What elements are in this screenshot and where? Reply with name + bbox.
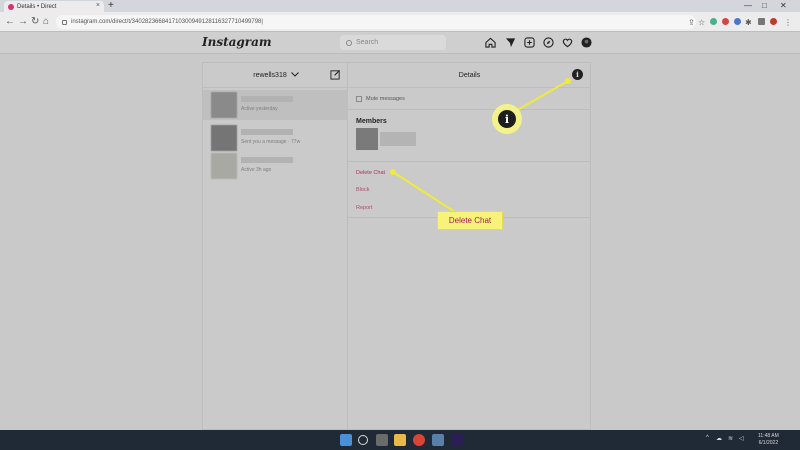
search-taskbar-icon[interactable] <box>358 435 368 445</box>
chrome-icon[interactable] <box>413 434 425 446</box>
wifi-icon[interactable]: ≋ <box>728 435 733 442</box>
callout-dot <box>565 78 571 84</box>
windows-start-icon[interactable] <box>340 434 352 446</box>
delete-chat-callout: Delete Chat <box>437 211 503 230</box>
clock-date: 6/1/2022 <box>758 440 779 446</box>
file-explorer-icon[interactable] <box>394 434 406 446</box>
volume-icon[interactable]: ◁ <box>739 435 744 442</box>
steam-icon[interactable] <box>432 434 444 446</box>
tray-up-arrow-icon[interactable]: ^ <box>706 435 709 441</box>
info-icon: i <box>498 110 516 128</box>
clock-time: 11:48 AM <box>758 433 779 439</box>
task-view-icon[interactable] <box>376 434 388 446</box>
photoshop-icon[interactable] <box>451 434 463 446</box>
clock[interactable]: 11:48 AM 6/1/2022 <box>758 433 779 447</box>
callout-dot <box>390 169 396 175</box>
taskbar: ^ ☁ ≋ ◁ 11:48 AM 6/1/2022 <box>0 430 800 450</box>
onedrive-icon[interactable]: ☁ <box>716 435 722 442</box>
callout-lines <box>392 80 569 213</box>
info-callout-highlight: i <box>492 104 522 134</box>
callout-label-text: Delete Chat <box>448 216 492 225</box>
